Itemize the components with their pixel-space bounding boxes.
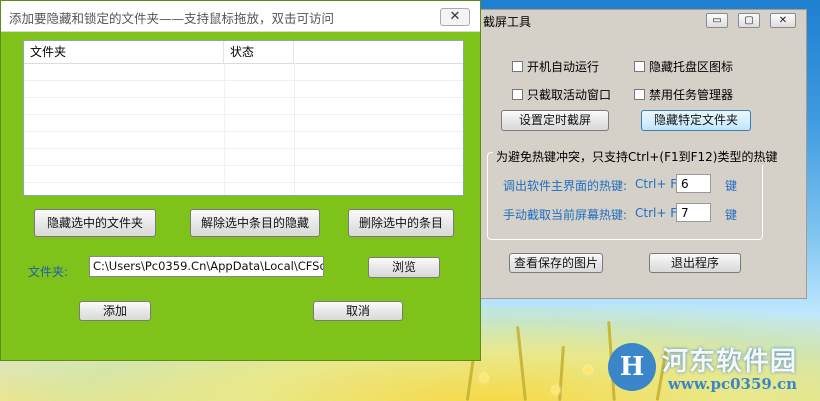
browse-button[interactable]: 浏览 xyxy=(368,257,440,278)
add-hidden-folder-dialog: 添加要隐藏和锁定的文件夹——支持鼠标拖放，双击可访问 ✕ 文件夹 状态 隐藏选中… xyxy=(0,0,481,361)
capture-hotkey-label: 手动截取当前屏幕热键: xyxy=(503,208,628,222)
add-button[interactable]: 添加 xyxy=(79,301,151,321)
checkbox-box[interactable] xyxy=(634,89,645,100)
column-header-folder[interactable]: 文件夹 xyxy=(24,41,224,63)
folder-list[interactable]: 文件夹 状态 xyxy=(23,40,464,196)
hide-selected-folders-button[interactable]: 隐藏选中的文件夹 xyxy=(34,209,156,237)
watermark-name: 河东软件园 xyxy=(662,347,798,377)
list-row xyxy=(24,98,463,115)
screenshot-tool-window: 截屏工具 ▭ ▢ ✕ 开机自动运行 隐藏托盘区图标 只截取活动窗口 禁用任务管理… xyxy=(478,9,807,299)
checkbox-label: 隐藏托盘区图标 xyxy=(649,60,734,74)
folder-path-input[interactable]: C:\Users\Pc0359.Cn\AppData\Local\CFSoft\… xyxy=(89,256,324,277)
column-header-status[interactable]: 状态 xyxy=(224,41,294,63)
list-row xyxy=(24,132,463,149)
main-hotkey-label: 调出软件主界面的热键: xyxy=(503,179,628,193)
flower-decoration xyxy=(480,374,488,382)
delete-selected-button[interactable]: 删除选中的条目 xyxy=(348,209,454,237)
main-hotkey-input[interactable]: 6 xyxy=(676,174,711,193)
cancel-button[interactable]: 取消 xyxy=(313,301,403,321)
close-icon[interactable]: ✕ xyxy=(440,8,470,26)
flower-decoration xyxy=(552,386,560,394)
view-saved-images-button[interactable]: 查看保存的图片 xyxy=(509,253,603,273)
list-row xyxy=(24,115,463,132)
capture-hotkey-prefix: Ctrl+ F xyxy=(635,206,678,220)
checkbox-box[interactable] xyxy=(512,61,523,72)
checkbox-box[interactable] xyxy=(634,61,645,72)
checkbox-hide-tray[interactable]: 隐藏托盘区图标 xyxy=(634,58,733,75)
watermark-url: www.pc0359.cn xyxy=(668,375,798,393)
checkbox-label: 只截取活动窗口 xyxy=(527,88,612,102)
list-row xyxy=(24,64,463,81)
list-header: 文件夹 状态 xyxy=(24,41,463,64)
timer-capture-button[interactable]: 设置定时截屏 xyxy=(501,110,609,131)
window-title: 截屏工具 xyxy=(483,15,532,29)
main-hotkey-suffix: 键 xyxy=(725,179,738,193)
hotkey-group-legend: 为避免热键冲突，只支持Ctrl+(F1到F12)类型的热键 xyxy=(493,148,781,165)
dialog-titlebar: 添加要隐藏和锁定的文件夹——支持鼠标拖放，双击可访问 ✕ xyxy=(1,1,480,32)
maximize-icon[interactable]: ▢ xyxy=(738,13,760,28)
unhide-selected-button[interactable]: 解除选中条目的隐藏 xyxy=(190,209,320,237)
checkbox-label: 禁用任务管理器 xyxy=(649,88,734,102)
list-row xyxy=(24,166,463,183)
main-hotkey-prefix: Ctrl+ F xyxy=(635,177,678,191)
site-watermark: H 河东软件园 www.pc0359.cn xyxy=(604,337,814,397)
capture-hotkey-input[interactable]: 7 xyxy=(676,203,711,222)
folder-label: 文件夹: xyxy=(28,265,69,279)
checkbox-active-window[interactable]: 只截取活动窗口 xyxy=(512,86,611,103)
flower-decoration xyxy=(584,366,592,374)
minimize-icon[interactable]: ▭ xyxy=(706,13,728,28)
checkbox-label: 开机自动运行 xyxy=(527,60,600,74)
checkbox-autostart[interactable]: 开机自动运行 xyxy=(512,58,599,75)
hide-folder-button[interactable]: 隐藏特定文件夹 xyxy=(641,110,751,131)
capture-hotkey-suffix: 键 xyxy=(725,208,738,222)
watermark-logo-icon: H xyxy=(608,343,656,391)
list-row xyxy=(24,81,463,98)
checkbox-box[interactable] xyxy=(512,89,523,100)
list-row xyxy=(24,149,463,166)
hotkey-group xyxy=(487,152,763,240)
exit-program-button[interactable]: 退出程序 xyxy=(649,253,741,273)
close-icon[interactable]: ✕ xyxy=(770,13,796,28)
window-controls: ▭ ▢ ✕ xyxy=(706,13,802,30)
dialog-title: 添加要隐藏和锁定的文件夹——支持鼠标拖放，双击可访问 xyxy=(9,11,335,26)
checkbox-disable-taskmgr[interactable]: 禁用任务管理器 xyxy=(634,86,733,103)
